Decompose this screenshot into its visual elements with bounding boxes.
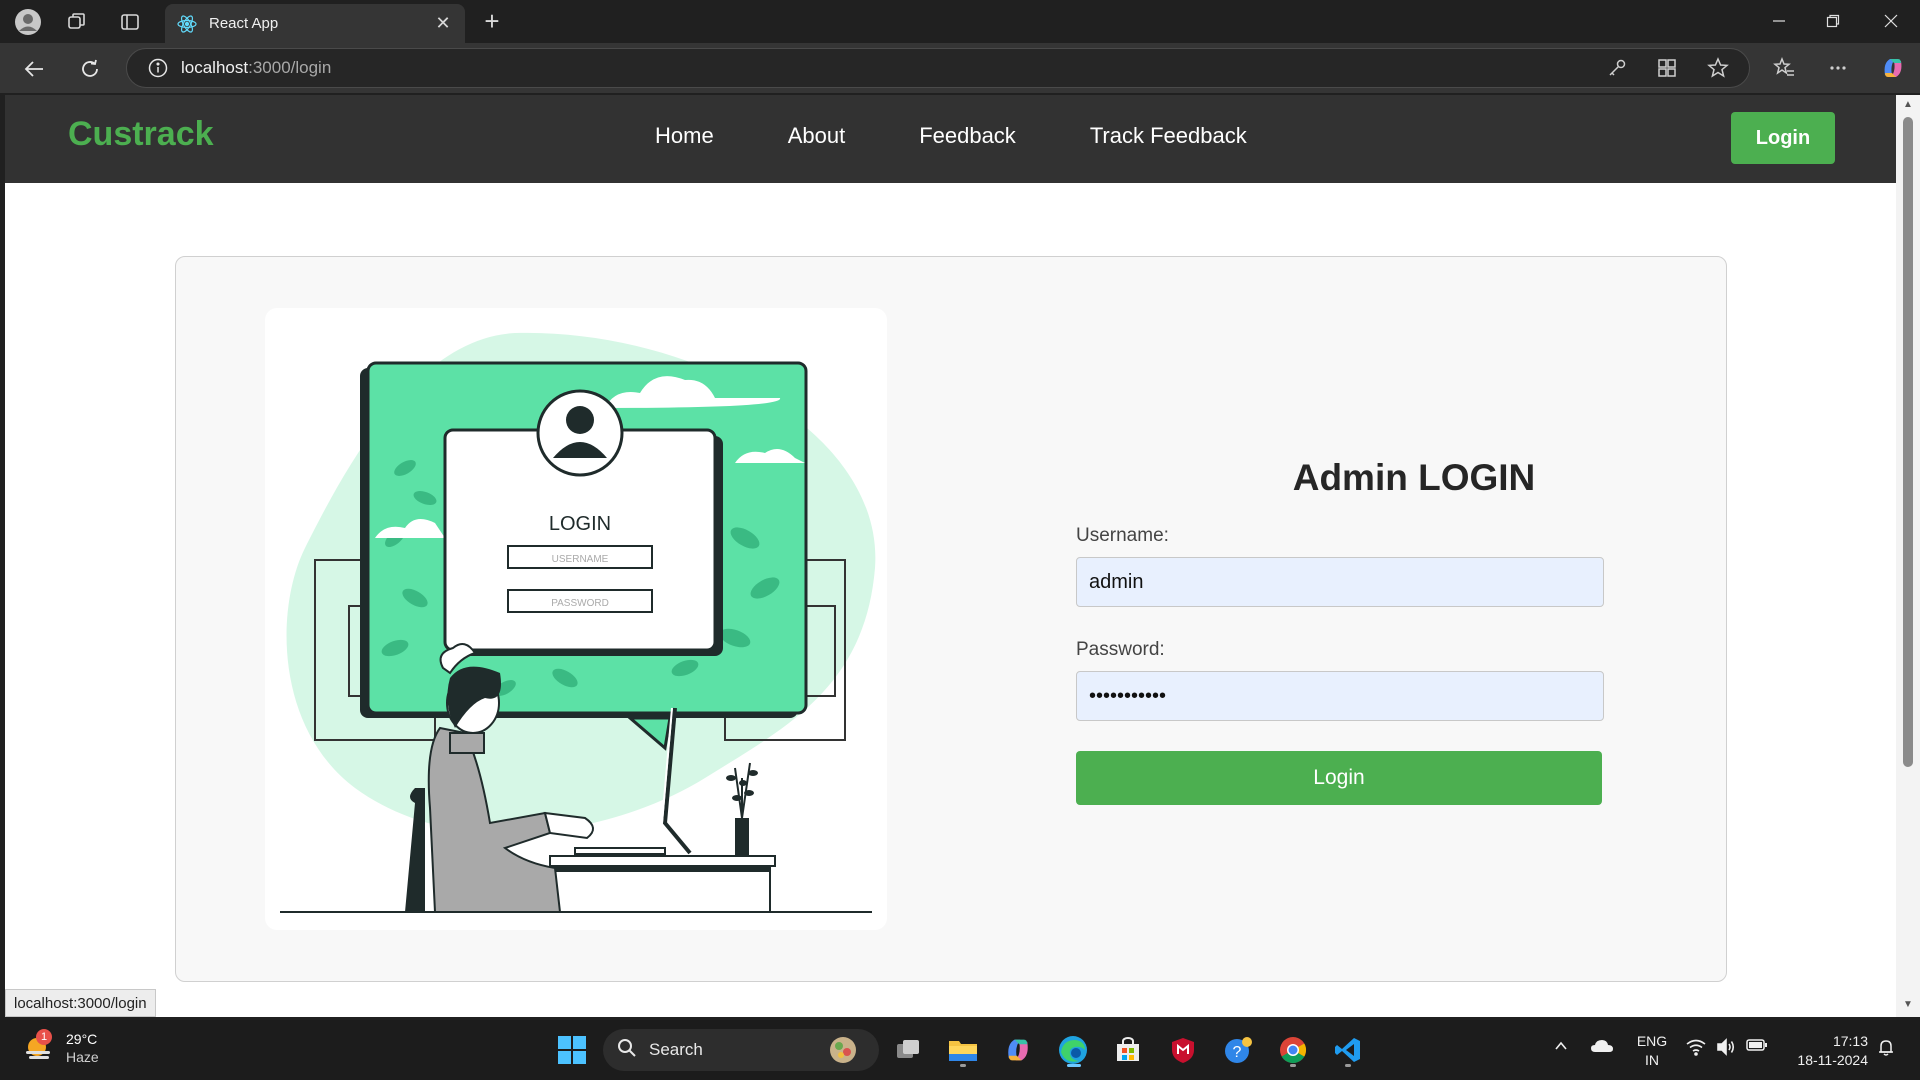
profile-avatar-icon[interactable]	[14, 8, 42, 36]
system-clock[interactable]: 17:13 18-11-2024	[1780, 1032, 1868, 1070]
brand-logo[interactable]: Custrack	[68, 115, 214, 154]
favorite-star-icon[interactable]	[1703, 53, 1733, 83]
restore-icon[interactable]	[1806, 6, 1860, 36]
get-help-icon[interactable]: ?	[1218, 1030, 1258, 1070]
refresh-icon[interactable]	[74, 53, 106, 85]
weather-haze-icon: 1	[22, 1029, 56, 1065]
tab-close-icon[interactable]: ✕	[433, 13, 453, 34]
weather-condition: Haze	[66, 1049, 99, 1065]
input-language[interactable]: ENG IN	[1632, 1032, 1672, 1070]
login-submit-button[interactable]: Login	[1076, 751, 1602, 805]
wifi-icon[interactable]	[1686, 1038, 1706, 1059]
task-view-icon[interactable]	[888, 1030, 928, 1070]
vscode-icon[interactable]	[1328, 1030, 1368, 1070]
illustration-login-heading: LOGIN	[549, 513, 611, 535]
file-explorer-icon[interactable]	[943, 1030, 983, 1070]
edge-browser-icon[interactable]	[1053, 1030, 1093, 1070]
close-window-icon[interactable]	[1864, 6, 1918, 36]
browser-tab-active[interactable]: React App ✕	[165, 4, 465, 43]
nav-link-home[interactable]: Home	[655, 123, 714, 149]
tab-title: React App	[209, 15, 279, 32]
more-options-icon[interactable]	[1823, 53, 1853, 83]
url-host: localhost	[181, 58, 249, 77]
clock-date: 18-11-2024	[1797, 1052, 1868, 1068]
scrollbar-thumb[interactable]	[1903, 117, 1913, 767]
mcafee-icon[interactable]	[1163, 1030, 1203, 1070]
minimize-icon[interactable]	[1752, 6, 1806, 36]
url-field[interactable]: localhost:3000/login	[126, 48, 1750, 88]
page-scrollbar[interactable]: ▲ ▼	[1896, 95, 1920, 1017]
password-label: Password:	[1076, 639, 1165, 660]
back-icon[interactable]	[18, 53, 50, 85]
start-windows-icon[interactable]	[552, 1030, 592, 1070]
weather-badge: 1	[36, 1029, 52, 1045]
chrome-browser-icon[interactable]	[1273, 1030, 1313, 1070]
region-code: IN	[1645, 1052, 1659, 1068]
illustration-password-placeholder: PASSWORD	[551, 598, 609, 609]
new-tab-icon[interactable]: +	[478, 8, 506, 36]
login-illustration: LOGIN USERNAME PASSWORD	[265, 308, 887, 930]
open-indicator	[1290, 1064, 1296, 1067]
link-status-tooltip: localhost:3000/login	[5, 989, 156, 1017]
login-title: Admin LOGIN	[1292, 457, 1536, 498]
vertical-tabs-icon[interactable]	[116, 8, 144, 36]
microsoft-store-icon[interactable]	[1108, 1030, 1148, 1070]
username-input[interactable]	[1076, 557, 1604, 607]
scroll-up-icon[interactable]: ▲	[1902, 99, 1914, 111]
show-hidden-icons-icon[interactable]	[1553, 1038, 1569, 1057]
password-key-icon[interactable]	[1602, 53, 1632, 83]
copilot-icon[interactable]	[1878, 53, 1908, 83]
battery-icon[interactable]	[1746, 1038, 1768, 1055]
search-icon	[617, 1038, 637, 1063]
clock-time: 17:13	[1832, 1033, 1868, 1049]
open-indicator	[1345, 1064, 1351, 1067]
favorites-list-icon[interactable]	[1769, 53, 1799, 83]
workspaces-icon[interactable]	[63, 8, 91, 36]
copilot-taskbar-icon[interactable]	[998, 1030, 1038, 1070]
username-label: Username:	[1076, 525, 1169, 546]
address-bar-row: localhost:3000/login	[0, 43, 1920, 93]
react-icon	[177, 14, 197, 34]
weather-temperature: 29°C	[66, 1031, 98, 1047]
page-viewport: Custrack Home About Feedback Track Feedb…	[5, 95, 1896, 1017]
search-label: Search	[649, 1040, 703, 1059]
onedrive-icon[interactable]	[1590, 1038, 1614, 1057]
nav-login-button[interactable]: Login	[1731, 112, 1835, 164]
illustration-username-placeholder: USERNAME	[552, 554, 609, 565]
svg-text:?: ?	[1233, 1044, 1242, 1061]
extensions-icon[interactable]	[1652, 53, 1682, 83]
browser-tab-bar: React App ✕ +	[0, 0, 1920, 43]
url-path: :3000/login	[248, 58, 332, 77]
nav-link-about[interactable]: About	[788, 123, 846, 149]
url-text: localhost:3000/login	[181, 58, 331, 78]
weather-widget[interactable]: 1 29°C Haze	[22, 1029, 99, 1066]
site-navbar: Custrack Home About Feedback Track Feedb…	[5, 95, 1896, 183]
nav-link-feedback[interactable]: Feedback	[919, 123, 1016, 149]
notifications-icon[interactable]	[1876, 1037, 1896, 1060]
open-indicator	[960, 1064, 966, 1067]
site-info-icon[interactable]	[147, 57, 169, 79]
nav-links: Home About Feedback Track Feedback	[655, 123, 1321, 149]
volume-icon[interactable]	[1716, 1038, 1736, 1059]
nav-link-track-feedback[interactable]: Track Feedback	[1090, 123, 1247, 149]
scroll-down-icon[interactable]: ▼	[1902, 999, 1914, 1011]
search-highlight-icon	[825, 1034, 865, 1071]
taskbar-search-box[interactable]: Search	[603, 1029, 879, 1071]
login-card: LOGIN USERNAME PASSWORD Admin LOGIN User…	[175, 256, 1727, 982]
language-code: ENG	[1636, 1033, 1668, 1049]
password-input[interactable]	[1076, 671, 1604, 721]
active-indicator	[1067, 1064, 1081, 1067]
windows-taskbar: 1 29°C Haze Search ? ENG IN 17:13 18-11-…	[0, 1020, 1920, 1080]
